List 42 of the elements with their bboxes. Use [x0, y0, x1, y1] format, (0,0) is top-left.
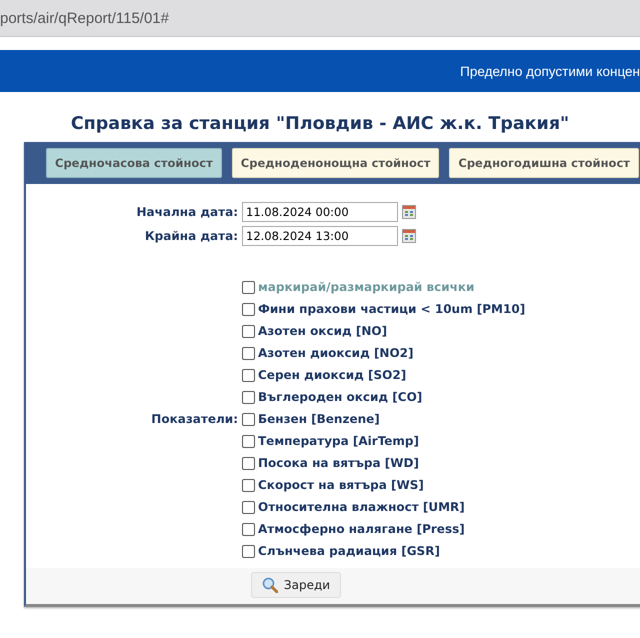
indicator-label: Относителна влажност [UMR]	[258, 500, 465, 514]
indicator-label: Бензен [Benzene]	[258, 412, 380, 426]
checkbox[interactable]	[242, 500, 255, 514]
indicator-label: Посока на вятъра [WD]	[258, 456, 419, 470]
load-button[interactable]: Зареди	[250, 572, 342, 598]
checkbox[interactable]	[242, 544, 255, 558]
checkbox[interactable]	[242, 390, 255, 404]
calendar-icon[interactable]	[402, 205, 416, 219]
checkbox[interactable]	[242, 346, 255, 360]
indicator-label: Фини прахови частици < 10um [PM10]	[258, 302, 526, 316]
date-label: Крайна дата:	[144, 229, 238, 243]
checkbox[interactable]	[242, 368, 255, 382]
address-bar[interactable]: ports/air/qReport/115/01#	[0, 0, 640, 37]
select-all-label: маркирай/размаркирай всички	[258, 280, 474, 294]
indicator-label: Атмосферно налягане [Press]	[258, 522, 465, 536]
search-icon	[262, 577, 278, 593]
checkbox[interactable]	[242, 456, 255, 470]
date-field[interactable]: 12.08.2024 13:00	[242, 226, 398, 246]
checkbox[interactable]	[242, 302, 255, 316]
date-label: Начална дата:	[136, 205, 238, 219]
calendar-icon[interactable]	[402, 229, 416, 243]
url-text: ports/air/qReport/115/01#	[0, 10, 169, 26]
indicator-label: Скорост на вятъра [WS]	[258, 478, 424, 492]
date-field[interactable]: 11.08.2024 00:00	[242, 202, 398, 222]
tab[interactable]: Средноденонощна стойност	[232, 148, 440, 178]
top-bar-link[interactable]: Пределно допустими концен	[460, 64, 640, 78]
checkbox[interactable]	[242, 280, 255, 294]
tab[interactable]: Средночасова стойност	[46, 148, 222, 178]
indicator-label: Азотен оксид [NO]	[258, 324, 388, 338]
checkbox[interactable]	[242, 434, 255, 448]
page-title: Справка за станция "Пловдив - АИС ж.к. Тракия"	[70, 114, 570, 134]
indicator-label: Температура [AirTemp]	[258, 434, 420, 448]
indicator-label: Серен диоксид [SO2]	[258, 368, 406, 382]
indicator-label: Слънчева радиация [GSR]	[258, 544, 440, 558]
checkbox[interactable]	[242, 412, 255, 426]
checkbox[interactable]	[242, 324, 255, 338]
indicator-label: Въглероден оксид [CO]	[258, 390, 422, 404]
indicator-label: Азотен диоксид [NO2]	[258, 346, 414, 360]
checkbox[interactable]	[242, 478, 255, 492]
tab[interactable]: Средногодишна стойност	[449, 148, 639, 178]
checkbox[interactable]	[242, 522, 255, 536]
indicators-label: Показатели:	[151, 412, 238, 426]
